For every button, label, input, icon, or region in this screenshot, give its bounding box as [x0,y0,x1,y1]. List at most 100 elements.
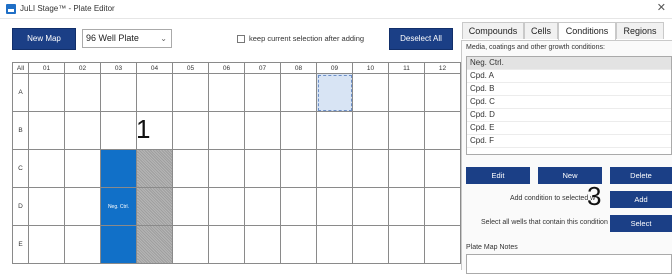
select-button[interactable]: Select [610,215,672,232]
well-b06[interactable] [208,111,245,150]
plate-type-select[interactable]: 96 Well Plate ⌄ [82,29,172,48]
new-map-button[interactable]: New Map [12,28,76,50]
well-d10[interactable] [352,187,389,226]
well-b03[interactable] [100,111,137,150]
column-header-09[interactable]: 09 [316,62,353,74]
column-header-12[interactable]: 12 [424,62,461,74]
delete-button[interactable]: Delete [610,167,672,184]
row-header-b[interactable]: B [12,111,29,150]
tab-cells[interactable]: Cells [524,22,558,39]
column-header-04[interactable]: 04 [136,62,173,74]
tab-regions[interactable]: Regions [616,22,664,39]
well-d12[interactable] [424,187,461,226]
row-header-a[interactable]: A [12,73,29,112]
well-a04[interactable] [136,73,173,112]
well-d05[interactable] [172,187,209,226]
window-title: JuLI Stage™ - Plate Editor [20,4,115,13]
column-header-01[interactable]: 01 [28,62,65,74]
column-header-02[interactable]: 02 [64,62,101,74]
well-b09[interactable] [316,111,353,150]
column-header-06[interactable]: 06 [208,62,245,74]
well-e03[interactable] [100,225,137,264]
well-a09[interactable] [316,73,353,112]
column-header-10[interactable]: 10 [352,62,389,74]
well-e11[interactable] [388,225,425,264]
well-c03[interactable] [100,149,137,188]
column-header-07[interactable]: 07 [244,62,281,74]
well-a02[interactable] [64,73,101,112]
well-b11[interactable] [388,111,425,150]
edit-button[interactable]: Edit [466,167,530,184]
well-c05[interactable] [172,149,209,188]
well-b07[interactable] [244,111,281,150]
well-e08[interactable] [280,225,317,264]
well-a01[interactable] [28,73,65,112]
condition-item[interactable]: Neg. Ctrl. [467,57,671,70]
condition-item[interactable]: Cpd. A [467,70,671,83]
tab-compounds[interactable]: Compounds [462,22,524,39]
condition-item[interactable]: Cpd. E [467,122,671,135]
well-c11[interactable] [388,149,425,188]
well-c02[interactable] [64,149,101,188]
row-header-d[interactable]: D [12,187,29,226]
deselect-all-button[interactable]: Deselect All [389,28,453,50]
well-c06[interactable] [208,149,245,188]
row-header-c[interactable]: C [12,149,29,188]
well-e06[interactable] [208,225,245,264]
plate-map-notes-field[interactable] [466,254,672,274]
well-b05[interactable] [172,111,209,150]
well-a06[interactable] [208,73,245,112]
well-d06[interactable] [208,187,245,226]
condition-item[interactable]: Cpd. F [467,135,671,148]
chevron-down-icon: ⌄ [160,34,167,43]
column-header-03[interactable]: 03 [100,62,137,74]
well-e07[interactable] [244,225,281,264]
keep-selection-checkbox[interactable] [237,35,245,43]
column-header-05[interactable]: 05 [172,62,209,74]
well-b12[interactable] [424,111,461,150]
well-c09[interactable] [316,149,353,188]
well-a05[interactable] [172,73,209,112]
well-d02[interactable] [64,187,101,226]
row-header-e[interactable]: E [12,225,29,264]
well-a12[interactable] [424,73,461,112]
well-d03[interactable]: Neg. Ctrl. [100,187,137,226]
condition-item[interactable]: Cpd. D [467,109,671,122]
add-button[interactable]: Add [610,191,672,208]
well-b10[interactable] [352,111,389,150]
well-a08[interactable] [280,73,317,112]
tab-conditions[interactable]: Conditions [558,22,616,40]
well-e05[interactable] [172,225,209,264]
well-c08[interactable] [280,149,317,188]
well-a07[interactable] [244,73,281,112]
well-e04[interactable] [136,225,173,264]
well-d07[interactable] [244,187,281,226]
column-header-11[interactable]: 11 [388,62,425,74]
well-c04[interactable] [136,149,173,188]
well-a03[interactable] [100,73,137,112]
well-b08[interactable] [280,111,317,150]
well-a11[interactable] [388,73,425,112]
well-b02[interactable] [64,111,101,150]
well-e10[interactable] [352,225,389,264]
well-c12[interactable] [424,149,461,188]
well-e12[interactable] [424,225,461,264]
well-c01[interactable] [28,149,65,188]
select-all-cell[interactable]: All [12,62,29,74]
well-d01[interactable] [28,187,65,226]
condition-item[interactable]: Cpd. C [467,96,671,109]
well-a10[interactable] [352,73,389,112]
condition-item[interactable]: Cpd. B [467,83,671,96]
close-icon[interactable]: ✕ [657,1,666,14]
well-c07[interactable] [244,149,281,188]
well-b01[interactable] [28,111,65,150]
well-e02[interactable] [64,225,101,264]
well-d08[interactable] [280,187,317,226]
well-e09[interactable] [316,225,353,264]
well-d11[interactable] [388,187,425,226]
well-c10[interactable] [352,149,389,188]
well-e01[interactable] [28,225,65,264]
well-d09[interactable] [316,187,353,226]
well-d04[interactable] [136,187,173,226]
column-header-08[interactable]: 08 [280,62,317,74]
